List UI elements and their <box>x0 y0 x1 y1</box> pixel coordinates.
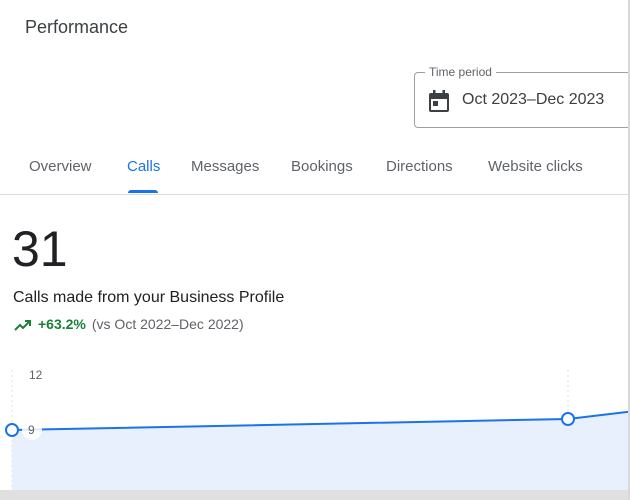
tab-overview[interactable]: Overview <box>29 158 92 175</box>
trend-change: +63.2% <box>38 316 86 332</box>
trend-summary: +63.2% (vs Oct 2022–Dec 2022) <box>14 316 244 332</box>
chart-baseline <box>0 490 630 500</box>
tab-messages[interactable]: Messages <box>191 158 259 175</box>
metric-tabs: Overview Calls Messages Bookings Directi… <box>0 150 630 195</box>
metric-description: Calls made from your Business Profile <box>13 289 285 306</box>
chart-point <box>561 412 575 426</box>
y-tick-label: 9 <box>28 423 35 437</box>
tab-calls[interactable]: Calls <box>127 158 160 175</box>
calls-chart: 12 9 <box>0 368 630 500</box>
tab-website-clicks[interactable]: Website clicks <box>488 158 583 175</box>
tab-bookings[interactable]: Bookings <box>291 158 353 175</box>
trend-comparison: (vs Oct 2022–Dec 2022) <box>91 316 244 332</box>
y-tick-label: 12 <box>29 368 43 382</box>
chart-point <box>5 423 19 437</box>
time-period-picker[interactable]: Time period Oct 2023–Dec 2023 <box>414 65 630 128</box>
active-tab-indicator <box>128 190 158 193</box>
calendar-icon <box>429 90 449 112</box>
page-title: Performance <box>25 17 129 37</box>
time-period-value: Oct 2023–Dec 2023 <box>462 91 605 108</box>
metric-value: 31 <box>12 221 68 277</box>
time-period-label: Time period <box>425 65 496 79</box>
tab-directions[interactable]: Directions <box>386 158 453 175</box>
trending-up-icon <box>14 320 31 332</box>
